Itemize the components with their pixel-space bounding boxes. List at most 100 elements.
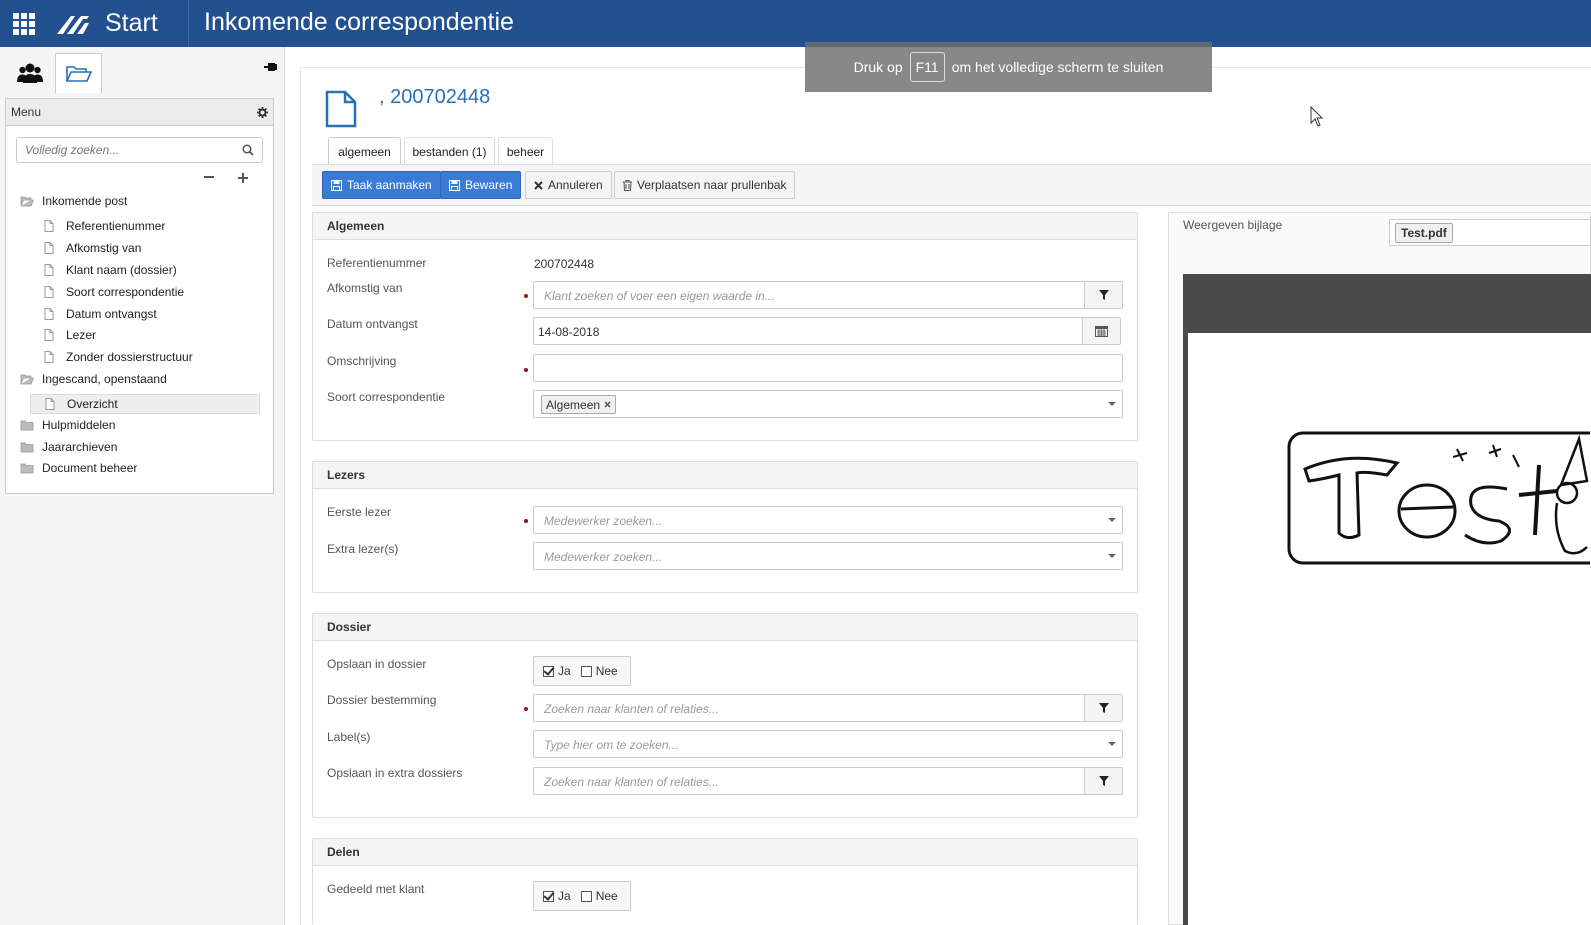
tree-item-klant-naam[interactable]: Klant naam (dossier) — [44, 260, 177, 280]
save-label: Bewaren — [465, 178, 513, 192]
chevron-down-icon — [1108, 518, 1116, 522]
file-icon — [44, 242, 54, 254]
folders-tab[interactable] — [55, 53, 102, 93]
tree-folder-hulpmiddelen[interactable]: Hulpmiddelen — [20, 415, 115, 435]
minus-icon — [204, 176, 214, 178]
tree-item-datum-ontvangst[interactable]: Datum ontvangst — [44, 304, 157, 324]
tree-item-referentienummer[interactable]: Referentienummer — [44, 216, 165, 236]
ref-label: Referentienummer — [327, 256, 427, 270]
extra-readers-placeholder: Medewerker zoeken... — [544, 550, 663, 564]
no-checkbox[interactable] — [580, 665, 592, 677]
cancel-button[interactable]: Annuleren — [525, 171, 612, 199]
save-in-dossier-toggle[interactable]: Ja Nee — [533, 656, 631, 686]
type-tag-label: Algemeen — [546, 397, 601, 412]
section-heading: Delen — [313, 839, 1137, 866]
yes-checkbox[interactable] — [543, 890, 554, 902]
left-panel: Menu Inkomende post Referentienummer — [0, 47, 285, 925]
folder-open-icon — [20, 196, 34, 206]
mouse-cursor-icon — [1310, 106, 1324, 127]
tree-folder-jaararchieven[interactable]: Jaararchieven — [20, 437, 117, 457]
apps-grid-icon — [12, 12, 35, 35]
attachment-file-tag: Test.pdf — [1395, 223, 1453, 243]
tree-label: Klant naam (dossier) — [66, 263, 177, 277]
from-label: Afkomstig van — [327, 281, 403, 295]
relations-tab[interactable] — [6, 53, 53, 93]
tree-label: Hulpmiddelen — [42, 418, 116, 432]
no-checkbox[interactable] — [580, 890, 592, 902]
tree-folder-ingescand[interactable]: Ingescand, openstaand — [20, 369, 167, 389]
filter-button[interactable] — [1084, 695, 1122, 721]
first-reader-select[interactable]: Medewerker zoeken... — [533, 506, 1123, 534]
file-icon — [44, 308, 54, 320]
folder-icon — [20, 420, 34, 430]
extra-readers-select[interactable]: Medewerker zoeken... — [533, 542, 1123, 570]
floppy-disk-icon — [331, 179, 342, 191]
required-indicator — [524, 707, 528, 711]
tree-folder-inkomende-post[interactable]: Inkomende post — [20, 191, 127, 211]
dossier-destination-label: Dossier bestemming — [327, 693, 437, 707]
labels-label: Label(s) — [327, 730, 371, 744]
tree-folder-document-beheer[interactable]: Document beheer — [20, 458, 137, 478]
tab-bestanden[interactable]: bestanden (1) — [404, 137, 495, 165]
chevron-down-icon — [1108, 402, 1116, 406]
dossier-destination-input[interactable]: Zoeken naar klanten of relaties... — [533, 694, 1123, 722]
collapse-all-button[interactable] — [203, 171, 215, 183]
test-logo-image — [1287, 431, 1590, 565]
remove-tag-icon[interactable] — [604, 401, 611, 408]
labels-select[interactable]: Type hier om te zoeken... — [533, 730, 1123, 758]
tree-item-zonder-dossierstructuur[interactable]: Zonder dossierstructuur — [44, 347, 193, 367]
tree-label: Zonder dossierstructuur — [66, 350, 193, 364]
document-title: , 200702448 — [379, 86, 491, 108]
from-input[interactable]: Klant zoeken of voer een eigen waarde in… — [533, 281, 1123, 309]
create-task-label: Taak aanmaken — [347, 178, 432, 192]
menu-search — [16, 137, 263, 163]
yes-checkbox[interactable] — [543, 665, 554, 677]
filter-button[interactable] — [1084, 768, 1122, 794]
filter-button[interactable] — [1084, 282, 1122, 308]
attachment-select[interactable]: Test.pdf — [1389, 219, 1591, 246]
labels-placeholder: Type hier om te zoeken... — [544, 738, 679, 752]
expand-all-button[interactable] — [236, 171, 250, 185]
section-delen: Delen — [312, 838, 1138, 925]
search-icon[interactable] — [242, 144, 254, 156]
tab-beheer[interactable]: beheer — [498, 137, 553, 165]
type-select[interactable]: Algemeen — [533, 390, 1123, 418]
yes-label: Ja — [558, 664, 571, 678]
filter-icon — [1098, 290, 1109, 300]
tree-label: Jaararchieven — [42, 440, 118, 454]
pin-icon[interactable] — [263, 61, 277, 76]
chevron-down-icon — [1108, 554, 1116, 558]
trash-label: Verplaatsen naar prullenbak — [637, 178, 787, 192]
tree-item-soort-correspondentie[interactable]: Soort correspondentie — [44, 282, 184, 302]
tree-item-lezer[interactable]: Lezer — [44, 325, 96, 345]
calendar-button[interactable] — [1082, 318, 1120, 344]
no-label: Nee — [595, 889, 618, 903]
cancel-label: Annuleren — [548, 178, 603, 192]
description-input[interactable] — [533, 354, 1123, 382]
tree-label: Afkomstig van — [66, 241, 142, 255]
save-button[interactable]: Bewaren — [440, 171, 522, 199]
date-input[interactable]: 14-08-2018 — [533, 317, 1121, 345]
chevron-down-icon — [1108, 742, 1116, 746]
required-indicator — [524, 294, 528, 298]
create-task-button[interactable]: Taak aanmaken — [322, 171, 441, 199]
f11-key: F11 — [909, 52, 945, 82]
tree-label: Document beheer — [42, 461, 138, 475]
start-home-link[interactable]: Start — [47, 0, 189, 47]
file-icon — [44, 351, 54, 363]
shared-with-client-toggle[interactable]: Ja Nee — [533, 881, 631, 911]
tree-item-overzicht[interactable]: Overzicht — [30, 394, 260, 414]
left-panel-tabs — [0, 47, 285, 93]
extra-dossiers-input[interactable]: Zoeken naar klanten of relaties... — [533, 767, 1123, 795]
start-label: Start — [105, 9, 158, 37]
preview-label: Weergeven bijlage — [1183, 218, 1283, 232]
folder-open-icon — [20, 374, 34, 384]
tab-algemeen[interactable]: algemeen — [328, 137, 401, 166]
type-tag: Algemeen — [541, 395, 617, 414]
menu-search-input[interactable] — [17, 138, 227, 162]
gear-icon[interactable] — [257, 106, 268, 118]
extra-readers-label: Extra lezer(s) — [327, 542, 399, 556]
move-to-trash-button[interactable]: Verplaatsen naar prullenbak — [614, 171, 796, 199]
tree-item-afkomstig-van[interactable]: Afkomstig van — [44, 238, 141, 258]
apps-menu-button[interactable] — [0, 0, 47, 47]
